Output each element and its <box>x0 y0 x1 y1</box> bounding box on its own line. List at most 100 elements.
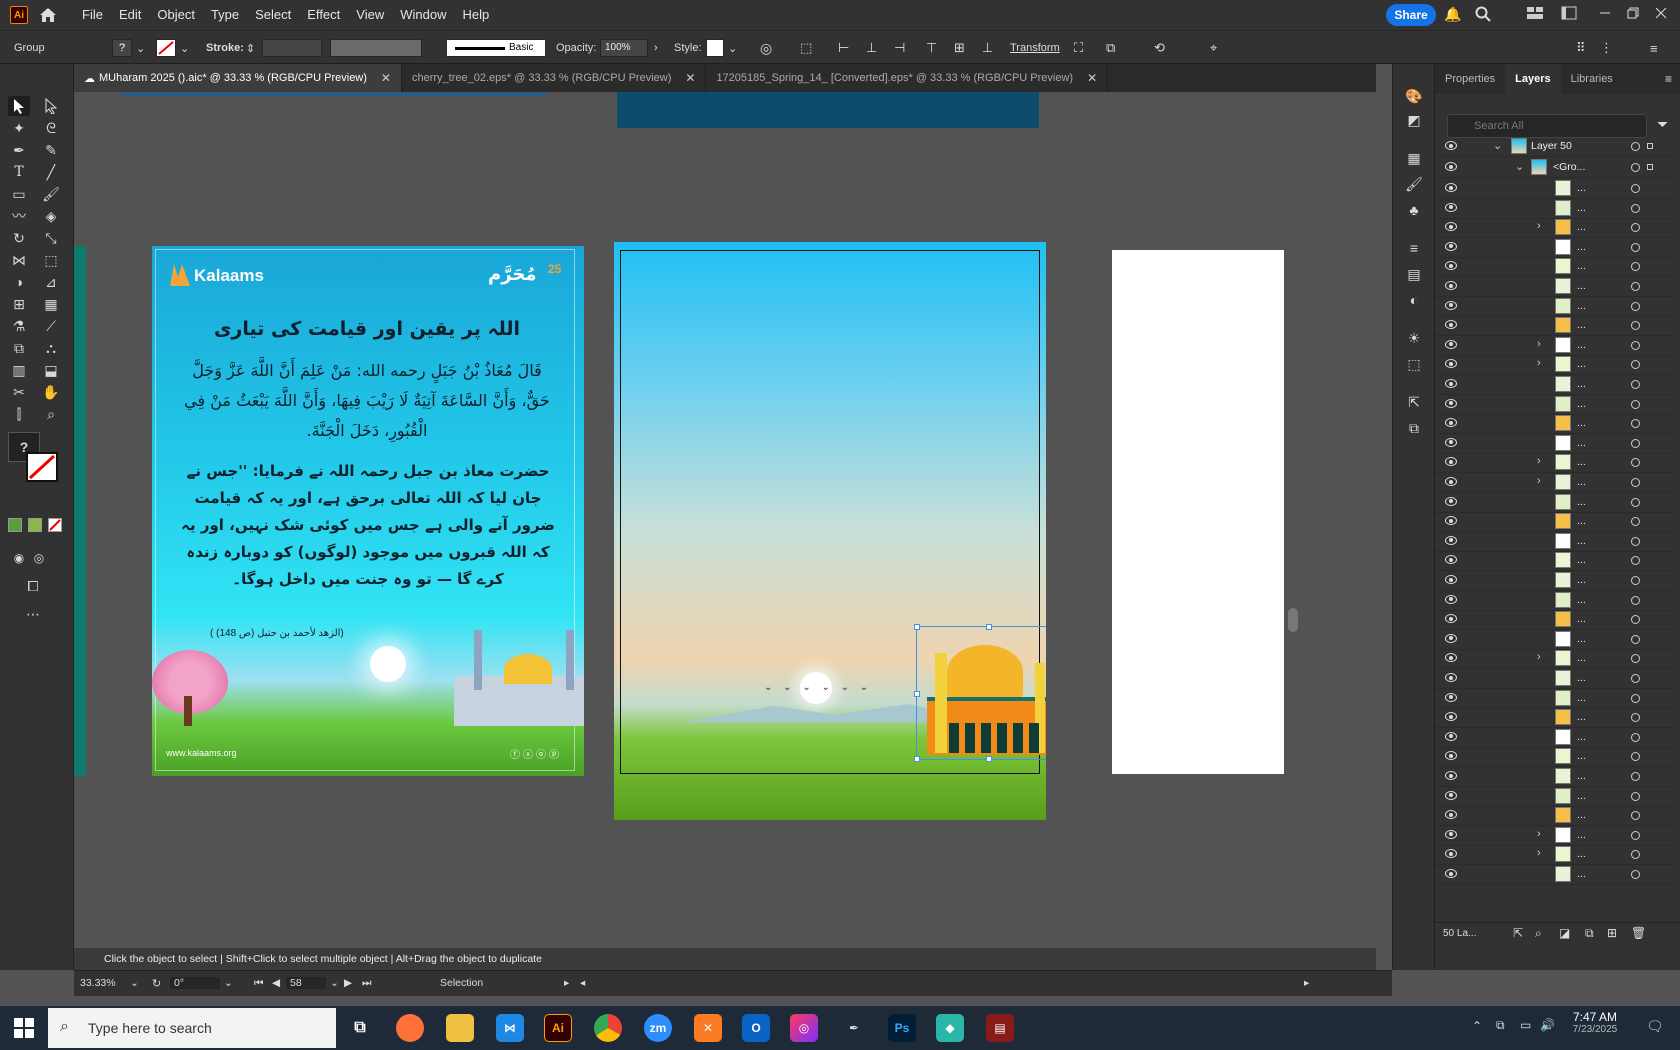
target-icon[interactable] <box>1631 203 1640 213</box>
layer-row-sublayer[interactable]: ... <box>1435 590 1675 611</box>
chevron-right-icon[interactable]: ▸ <box>564 977 569 989</box>
target-icon[interactable] <box>1631 752 1640 762</box>
target-icon[interactable] <box>1631 321 1640 331</box>
width-tool-icon[interactable]: ⋈ <box>8 250 30 270</box>
layer-row-sublayer[interactable]: ›... <box>1435 472 1675 493</box>
layer-row-sublayer[interactable]: ... <box>1435 511 1675 533</box>
visibility-icon[interactable] <box>1445 810 1457 820</box>
chevron-down-icon[interactable]: ⌄ <box>224 977 233 989</box>
paintbrush-icon[interactable]: 🖌 <box>40 184 62 204</box>
screen-mode-icon[interactable]: ⧠ <box>22 576 44 596</box>
target-icon[interactable] <box>1631 142 1640 151</box>
photoshop-icon[interactable]: Ps <box>888 1014 916 1042</box>
layer-row-sublayer[interactable]: ... <box>1435 864 1675 885</box>
previous-artboard-icon[interactable]: ◀ <box>272 977 280 989</box>
last-artboard-icon[interactable]: ⏭ <box>362 977 371 990</box>
target-icon[interactable] <box>1631 811 1640 821</box>
visibility-icon[interactable] <box>1445 535 1457 545</box>
close-icon[interactable]: ✕ <box>1087 71 1097 85</box>
xampp-icon[interactable]: ✕ <box>694 1014 722 1042</box>
tab-muharam-2025[interactable]: ☁ MUharam 2025 ().aic* @ 33.33 % (RGB/CP… <box>74 64 402 92</box>
chevron-right-icon[interactable]: › <box>1537 455 1541 467</box>
recolor-artwork-icon[interactable]: ◎ <box>760 39 772 57</box>
align-bottom-icon[interactable]: ⊥ <box>982 39 993 57</box>
visibility-icon[interactable] <box>1445 829 1457 839</box>
new-layer-icon[interactable]: ⊞ <box>1607 926 1617 940</box>
gradient-tool-icon[interactable]: ▦ <box>40 294 62 314</box>
outlook-icon[interactable]: O <box>742 1014 770 1042</box>
tab-libraries[interactable]: Libraries <box>1561 64 1623 94</box>
panel-menu-icon[interactable]: ⋮ <box>1600 39 1613 57</box>
target-icon[interactable] <box>1631 399 1640 409</box>
chevron-down-icon[interactable]: ⌄ <box>1493 139 1502 152</box>
blend-tool-icon[interactable]: ⧉ <box>8 338 30 358</box>
chevron-right-icon[interactable]: › <box>1537 475 1541 487</box>
menu-window[interactable]: Window <box>392 0 454 30</box>
align-center-icon[interactable]: ⊥ <box>866 39 877 57</box>
windows-start-icon[interactable] <box>14 1018 34 1041</box>
export-icon[interactable]: ⇱ <box>1403 392 1425 412</box>
layer-row-sublayer[interactable]: ›... <box>1435 648 1675 670</box>
target-icon[interactable] <box>1631 262 1640 272</box>
layer-row-sublayer[interactable]: ... <box>1435 413 1675 435</box>
layer-row-sublayer[interactable]: ... <box>1435 492 1675 513</box>
more-tools-icon[interactable]: ⋯ <box>22 604 44 624</box>
layer-row-sublayer[interactable]: ... <box>1435 668 1675 689</box>
target-icon[interactable] <box>1631 301 1640 311</box>
layer-row-group[interactable]: ⌄ <Gro... <box>1435 157 1675 178</box>
target-icon[interactable] <box>1631 419 1640 429</box>
layer-row-sublayer[interactable]: ... <box>1435 805 1675 827</box>
target-icon[interactable] <box>1631 870 1640 879</box>
target-icon[interactable] <box>1631 674 1640 683</box>
draw-normal-icon[interactable]: ◉ <box>8 548 30 568</box>
filter-icon[interactable]: ⏷ <box>1657 116 1668 133</box>
visibility-icon[interactable] <box>1445 712 1457 722</box>
visibility-icon[interactable] <box>1445 614 1457 624</box>
measure-icon[interactable]: ⟋ <box>40 316 62 336</box>
symbol-sprayer-icon[interactable]: ⛬ <box>40 338 62 358</box>
selection-tool-icon[interactable] <box>8 96 30 116</box>
pen-tool-icon[interactable]: ✒ <box>8 140 30 160</box>
rotation-input[interactable]: 0° <box>170 977 220 989</box>
target-icon[interactable] <box>1631 556 1640 566</box>
layer-row-sublayer[interactable]: ›... <box>1435 354 1675 376</box>
visibility-icon[interactable] <box>1445 673 1457 682</box>
gradient-mode-button[interactable] <box>28 518 42 532</box>
creative-cloud-icon[interactable]: ◎ <box>790 1014 818 1042</box>
layer-row-sublayer[interactable]: ... <box>1435 707 1675 729</box>
target-icon[interactable] <box>1631 282 1640 291</box>
layer-row-sublayer[interactable]: ... <box>1435 296 1675 317</box>
layer-row-sublayer[interactable]: ›... <box>1435 844 1675 866</box>
export-icon[interactable]: ⇱ <box>1513 926 1523 940</box>
target-icon[interactable] <box>1631 517 1640 527</box>
visibility-icon[interactable] <box>1445 359 1457 369</box>
target-icon[interactable] <box>1631 732 1640 742</box>
transparency-icon[interactable]: ◐ <box>1403 290 1425 310</box>
rotate-tool-icon[interactable]: ↻ <box>8 228 30 248</box>
draw-behind-icon[interactable]: ◎ <box>28 548 50 568</box>
lasso-icon[interactable]: ᘓ <box>40 118 62 138</box>
layer-row-sublayer[interactable]: ›... <box>1435 825 1675 846</box>
target-icon[interactable] <box>1631 772 1640 781</box>
bell-icon[interactable]: 🔔 <box>1444 6 1462 24</box>
menu-effect[interactable]: Effect <box>299 0 348 30</box>
layer-row-sublayer[interactable]: ... <box>1435 178 1675 199</box>
winrar-icon[interactable]: ▤ <box>986 1014 1014 1042</box>
rectangle-tool-icon[interactable]: ▭ <box>8 184 30 204</box>
layer-row-sublayer[interactable]: ... <box>1435 198 1675 219</box>
align-right-icon[interactable]: ⊣ <box>894 39 905 57</box>
color-guide-icon[interactable]: ◩ <box>1403 110 1425 130</box>
next-artboard-icon[interactable]: ▶ <box>344 977 352 989</box>
color-mode-button[interactable] <box>8 518 22 532</box>
magic-wand-icon[interactable]: ✦ <box>8 118 30 138</box>
new-sublayer-icon[interactable]: ⧉ <box>1585 926 1594 941</box>
firefox-icon[interactable] <box>396 1014 424 1042</box>
layer-row-sublayer[interactable]: ... <box>1435 786 1675 807</box>
visibility-icon[interactable] <box>1445 751 1457 761</box>
selection-bounding-box[interactable] <box>914 624 1046 762</box>
column-graph-icon[interactable]: ▥ <box>8 360 30 380</box>
close-icon[interactable]: ✕ <box>685 71 695 85</box>
visibility-icon[interactable] <box>1445 241 1457 251</box>
stroke-panel-icon[interactable]: ≡ <box>1403 238 1425 258</box>
app-diamond-icon[interactable]: ◆ <box>936 1014 964 1042</box>
